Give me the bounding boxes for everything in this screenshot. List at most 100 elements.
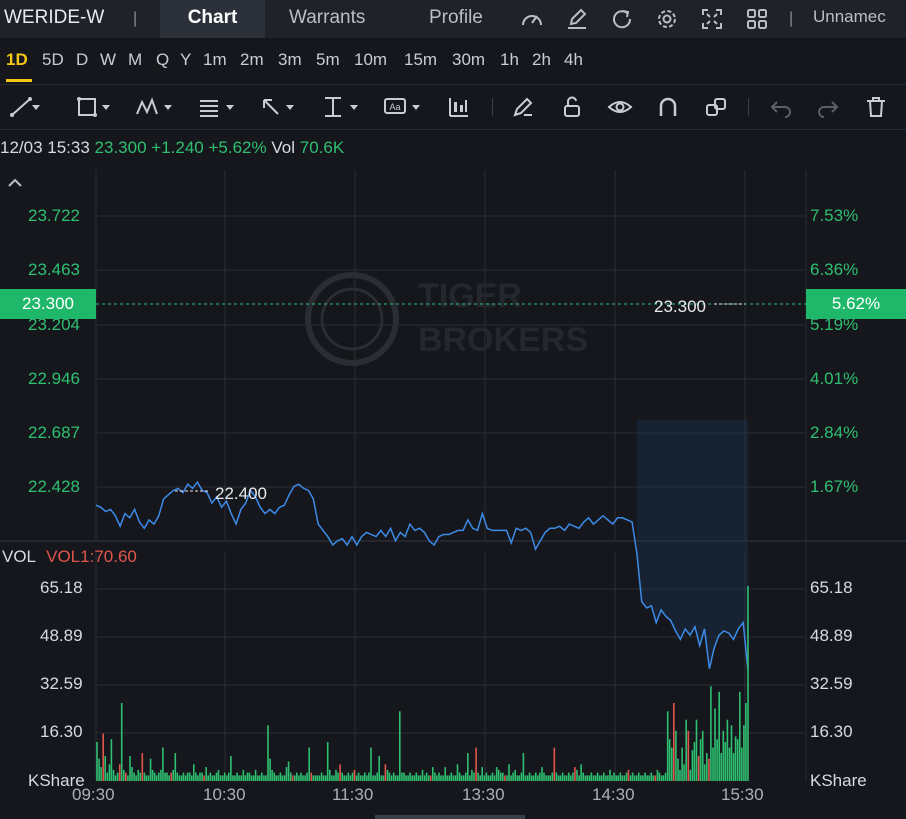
price-volume-chart[interactable]: TIGER BROKERS 22.400 23.300	[0, 165, 906, 785]
user-name[interactable]: Unnamec	[813, 7, 886, 27]
volume-bar	[384, 764, 387, 781]
timeframe-1m[interactable]: 1m	[203, 50, 227, 70]
volume-bar	[378, 755, 380, 781]
arrow-tool-icon[interactable]	[258, 94, 284, 120]
price-area-fill	[636, 420, 748, 671]
volume-bar	[429, 775, 432, 781]
chevron-down-icon[interactable]	[162, 94, 174, 120]
toolbar-divider	[748, 98, 749, 116]
refresh-icon[interactable]	[609, 6, 635, 32]
chevron-down-icon[interactable]	[30, 94, 42, 120]
volume-bar	[376, 772, 378, 781]
volume-bar	[615, 775, 617, 781]
volume-bar	[592, 775, 595, 781]
volume-bar	[195, 772, 197, 781]
unlock-icon[interactable]	[559, 94, 585, 120]
volume-bar	[162, 747, 164, 781]
volume-bar	[335, 769, 337, 781]
timeframe-30m[interactable]: 30m	[452, 50, 485, 70]
time-tick-label: 10:30	[203, 785, 246, 804]
timeframe-2h[interactable]: 2h	[532, 50, 551, 70]
timeframe-1D[interactable]: 1D	[6, 50, 28, 70]
time-tick-label: 15:30	[721, 785, 764, 804]
clone-icon[interactable]	[703, 94, 729, 120]
chevron-down-icon[interactable]	[284, 94, 296, 120]
volume-bar	[460, 775, 463, 781]
volume-bar	[127, 775, 129, 781]
measure-tool-icon[interactable]	[320, 94, 346, 120]
gauge-icon[interactable]	[519, 6, 545, 32]
volume-bar	[250, 775, 253, 781]
volume-bar	[302, 775, 304, 781]
volume-bar	[623, 775, 626, 781]
magnet-icon[interactable]	[655, 94, 681, 120]
timeframe-Y[interactable]: Y	[180, 50, 191, 70]
rectangle-tool-icon[interactable]	[74, 94, 100, 120]
timeframe-M[interactable]: M	[128, 50, 142, 70]
volume-bar	[677, 758, 679, 781]
volume-bar	[246, 772, 249, 781]
volume-tick-label: 48.89	[40, 626, 83, 645]
volume-bar	[547, 775, 549, 781]
watermark-line1: TIGER	[418, 277, 522, 315]
timeframe-5D[interactable]: 5D	[42, 50, 64, 70]
edit-icon[interactable]	[564, 6, 590, 32]
volume-bar	[724, 742, 727, 781]
volume-tick-label: 16.30	[40, 722, 83, 741]
volume-bar	[557, 775, 560, 781]
indicator-tool-icon[interactable]	[446, 94, 472, 120]
trash-icon[interactable]	[863, 94, 889, 120]
volume-bar	[712, 747, 714, 781]
timeframe-3m[interactable]: 3m	[278, 50, 302, 70]
volume-bar	[467, 753, 469, 781]
volume-bar	[609, 769, 611, 781]
grid-icon[interactable]	[744, 6, 770, 32]
volume-bar	[434, 772, 436, 781]
volume-bar	[125, 772, 127, 781]
tab-chart[interactable]: Chart	[160, 0, 265, 38]
volume-bar	[226, 775, 228, 781]
volume-bar	[617, 775, 619, 781]
volume-bar	[174, 753, 177, 781]
timeframe-D[interactable]: D	[76, 50, 88, 70]
volume-bar	[318, 775, 321, 781]
text-tool-icon[interactable]: Aa	[382, 94, 408, 120]
timeframe-5m[interactable]: 5m	[316, 50, 340, 70]
tab-warrants[interactable]: Warrants	[289, 0, 365, 38]
volume-bar	[419, 775, 422, 781]
fullscreen-icon[interactable]	[699, 6, 725, 32]
volume-bar	[394, 775, 397, 781]
volume-bar	[399, 711, 401, 781]
undo-icon[interactable]	[768, 94, 794, 120]
volume-bar	[495, 767, 498, 781]
volume-bar	[522, 753, 525, 781]
timeframe-1h[interactable]: 1h	[500, 50, 519, 70]
quote-change-pct: +5.62%	[208, 138, 267, 157]
chevron-down-icon[interactable]	[224, 94, 236, 120]
volume-bar	[640, 775, 642, 781]
volume-bar	[129, 755, 131, 781]
pct-tick-label: 4.01%	[810, 369, 859, 388]
pattern-tool-icon[interactable]	[134, 94, 160, 120]
timeframe-15m[interactable]: 15m	[404, 50, 437, 70]
chevron-down-icon[interactable]	[100, 94, 112, 120]
volume-bar	[392, 772, 395, 781]
ticker-symbol[interactable]: WERIDE-W	[4, 7, 104, 29]
pen-icon[interactable]	[510, 94, 536, 120]
volume-bar	[123, 769, 125, 781]
chart-scrollbar[interactable]	[375, 815, 525, 819]
chevron-down-icon[interactable]	[410, 94, 422, 120]
chevron-down-icon[interactable]	[348, 94, 360, 120]
timeframe-Q[interactable]: Q	[156, 50, 169, 70]
fibonacci-tool-icon[interactable]	[196, 94, 222, 120]
eye-icon[interactable]	[607, 94, 633, 120]
timeframe-W[interactable]: W	[100, 50, 116, 70]
tab-profile[interactable]: Profile	[429, 0, 483, 38]
volume-indicator[interactable]: VOL1:70.60	[46, 547, 137, 566]
timeframe-4h[interactable]: 4h	[564, 50, 583, 70]
timeframe-10m[interactable]: 10m	[354, 50, 387, 70]
timeframe-2m[interactable]: 2m	[240, 50, 264, 70]
settings-icon[interactable]	[654, 6, 680, 32]
volume-bar	[660, 775, 663, 781]
redo-icon[interactable]	[815, 94, 841, 120]
